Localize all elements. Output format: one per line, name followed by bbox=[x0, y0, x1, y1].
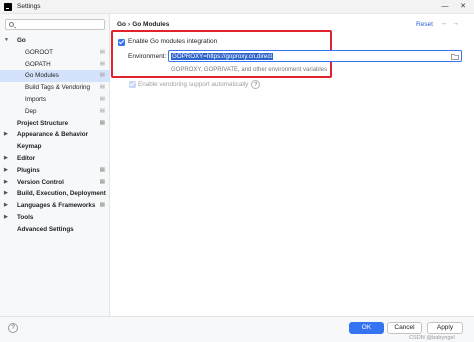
breadcrumb-go-modules: Go Modules bbox=[132, 21, 170, 28]
watermark: CSDN @babyngel bbox=[409, 335, 455, 341]
ok-button[interactable]: OK bbox=[349, 322, 384, 334]
sidebar-item-plugins[interactable]: ▶ Plugins ▤ bbox=[0, 165, 110, 177]
sidebar-item-build-tags-vendoring[interactable]: Build Tags & Vendoring ▤ bbox=[0, 82, 110, 94]
project-settings-icon: ▤ bbox=[99, 178, 105, 185]
breadcrumb: Go › Go Modules bbox=[117, 21, 169, 28]
cancel-button[interactable]: Cancel bbox=[387, 322, 422, 334]
chevron-down-icon[interactable]: ▼ bbox=[4, 35, 9, 47]
sidebar-item-dep[interactable]: Dep ▤ bbox=[0, 106, 110, 118]
chevron-right-icon[interactable]: ▶ bbox=[4, 129, 8, 141]
project-settings-icon: ▤ bbox=[99, 107, 105, 114]
vendoring-help-icon[interactable]: ? bbox=[251, 80, 261, 89]
goland-app-icon bbox=[4, 3, 12, 11]
sidebar-item-label: GOPATH bbox=[25, 60, 51, 68]
vendoring-checkbox[interactable] bbox=[129, 80, 136, 88]
title-bar: Settings — ✕ bbox=[0, 0, 474, 14]
project-settings-icon: ▤ bbox=[99, 84, 105, 91]
project-settings-icon: ▤ bbox=[99, 202, 105, 209]
sidebar-item-label: GOROOT bbox=[25, 48, 53, 56]
environment-label: Environment: bbox=[128, 53, 167, 60]
search-input[interactable] bbox=[18, 21, 102, 28]
settings-content: Go › Go Modules Reset ←→ Enable Go modules… bbox=[111, 14, 474, 316]
sidebar-item-label: Appearance & Behavior bbox=[17, 131, 89, 139]
environment-hint: GOPROXY, GOPRIVATE, and other environmen… bbox=[171, 67, 328, 73]
sidebar-item-label: Editor bbox=[17, 154, 36, 162]
vendoring-label: Enable vendoring support automatically? bbox=[138, 80, 261, 89]
project-settings-icon: ▤ bbox=[99, 166, 105, 173]
sidebar-item-label: Version Control bbox=[17, 178, 64, 186]
enable-go-modules-label: Enable Go modules integration bbox=[128, 38, 218, 45]
dialog-footer: ? OK Cancel Apply bbox=[0, 316, 474, 342]
project-settings-icon: ▤ bbox=[99, 95, 105, 102]
sidebar-item-label: Languages & Frameworks bbox=[17, 202, 96, 210]
back-arrow-icon[interactable]: ← bbox=[441, 20, 452, 27]
chevron-right-icon[interactable]: ▶ bbox=[4, 200, 8, 212]
sidebar-item-label: Build Tags & Vendoring bbox=[25, 84, 90, 92]
project-settings-icon: ▤ bbox=[99, 119, 105, 126]
sidebar-item-label: Keymap bbox=[17, 143, 42, 151]
reset-link[interactable]: Reset bbox=[416, 21, 433, 28]
sidebar-item-build-execution-deployment[interactable]: ▶ Build, Execution, Deployment bbox=[0, 188, 110, 200]
sidebar-item-appearance-behavior[interactable]: ▶ Appearance & Behavior bbox=[0, 129, 110, 141]
apply-button[interactable]: Apply bbox=[427, 322, 463, 334]
sidebar-item-label: Plugins bbox=[17, 166, 40, 174]
project-settings-icon: ▤ bbox=[99, 60, 105, 67]
environment-field[interactable]: GOPROXY=https://goproxy.cn,direct bbox=[168, 50, 462, 62]
sidebar-item-label: Advanced Settings bbox=[17, 225, 74, 233]
chevron-right-icon[interactable]: ▶ bbox=[4, 165, 8, 177]
chevron-right-icon[interactable]: ▶ bbox=[4, 177, 8, 189]
enable-go-modules-checkbox[interactable] bbox=[118, 38, 125, 46]
search-icon bbox=[9, 22, 14, 27]
settings-sidebar: ▼ Go GOROOT ▤ GOPATH ▤ Go Modules ▤ Build Tags &… bbox=[0, 14, 110, 316]
sidebar-item-label: Imports bbox=[25, 95, 46, 103]
sidebar-item-label: Go bbox=[17, 37, 26, 44]
breadcrumb-go[interactable]: Go bbox=[117, 21, 126, 28]
sidebar-item-project-structure[interactable]: Project Structure ▤ bbox=[0, 118, 110, 130]
minimize-button[interactable]: — bbox=[440, 2, 450, 12]
settings-tree: ▼ Go GOROOT ▤ GOPATH ▤ Go Modules ▤ Build Tags &… bbox=[0, 35, 110, 236]
sidebar-item-tools[interactable]: ▶ Tools bbox=[0, 212, 110, 224]
window-title: Settings bbox=[17, 3, 41, 10]
forward-arrow-icon[interactable]: → bbox=[452, 20, 463, 27]
sidebar-item-gopath[interactable]: GOPATH ▤ bbox=[0, 59, 110, 71]
chevron-right-icon[interactable]: ▶ bbox=[4, 153, 8, 165]
sidebar-item-editor[interactable]: ▶ Editor bbox=[0, 153, 110, 165]
project-settings-icon: ▤ bbox=[99, 48, 105, 55]
environment-value: GOPROXY=https://goproxy.cn,direct bbox=[171, 53, 274, 60]
sidebar-item-goroot[interactable]: GOROOT ▤ bbox=[0, 47, 110, 59]
sidebar-item-go[interactable]: ▼ Go bbox=[0, 35, 110, 47]
sidebar-item-imports[interactable]: Imports ▤ bbox=[0, 94, 110, 106]
sidebar-item-go-modules[interactable]: Go Modules ▤ bbox=[0, 70, 110, 83]
edit-variables-icon[interactable] bbox=[451, 53, 459, 60]
sidebar-item-label: Project Structure bbox=[17, 119, 69, 127]
sidebar-item-label: Build, Execution, Deployment bbox=[17, 190, 106, 198]
project-settings-icon: ▤ bbox=[99, 72, 105, 79]
sidebar-item-label: Tools bbox=[17, 213, 34, 221]
sidebar-item-version-control[interactable]: ▶ Version Control ▤ bbox=[0, 177, 110, 189]
breadcrumb-separator: › bbox=[128, 21, 131, 28]
sidebar-item-label: Dep bbox=[25, 107, 37, 115]
close-button[interactable]: ✕ bbox=[458, 2, 468, 12]
chevron-right-icon[interactable]: ▶ bbox=[4, 212, 8, 224]
sidebar-item-label: Go Modules bbox=[25, 72, 59, 80]
sidebar-item-advanced-settings[interactable]: Advanced Settings bbox=[0, 224, 110, 236]
sidebar-item-keymap[interactable]: Keymap bbox=[0, 141, 110, 153]
chevron-right-icon[interactable]: ▶ bbox=[4, 188, 8, 200]
settings-search[interactable] bbox=[5, 19, 105, 30]
help-button[interactable]: ? bbox=[8, 323, 18, 333]
history-navigation: ←→ bbox=[441, 20, 463, 27]
sidebar-item-languages-frameworks[interactable]: ▶ Languages & Frameworks ▤ bbox=[0, 200, 110, 212]
